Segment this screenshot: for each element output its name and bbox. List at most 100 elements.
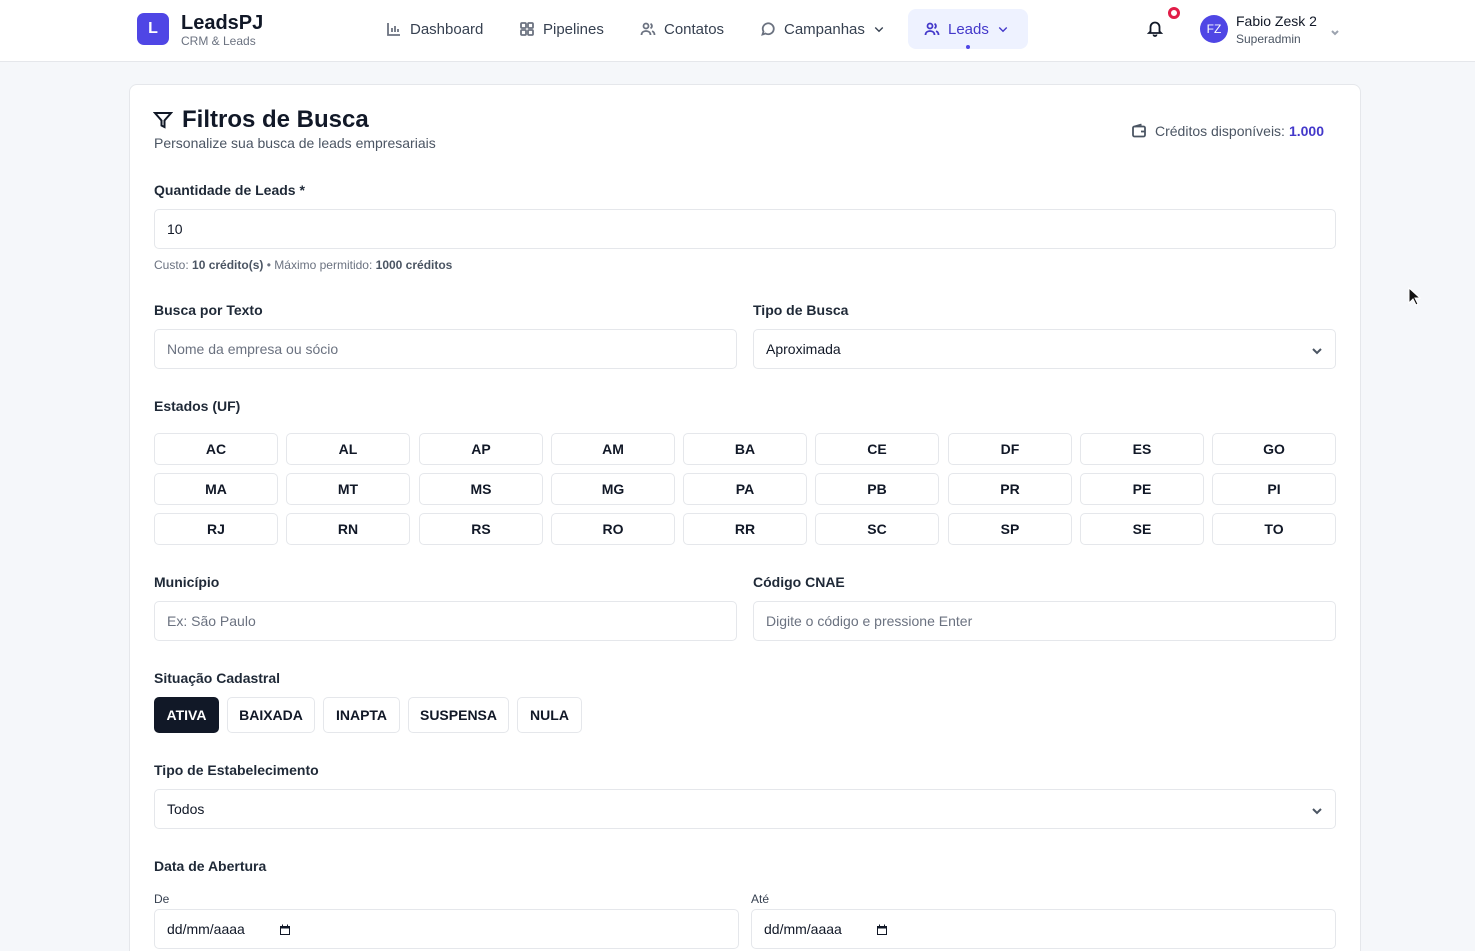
situacao-button-nula[interactable]: NULA (517, 697, 582, 733)
nav-item-label: Contatos (664, 20, 725, 38)
credits-label: Créditos disponíveis: (1155, 123, 1285, 139)
hint-max-value: 1000 créditos (375, 258, 453, 272)
nav-item-label: Leads (948, 20, 989, 38)
abertura-to-label: Até (751, 892, 770, 906)
situacao-button-inapta[interactable]: INAPTA (323, 697, 400, 733)
state-button-es[interactable]: ES (1080, 433, 1204, 465)
credits-value: 1.000 (1288, 123, 1324, 139)
situacao-button-suspensa[interactable]: SUSPENSA (408, 697, 509, 733)
avatar[interactable]: FZ (1200, 15, 1228, 43)
page-title: Filtros de Busca (182, 106, 369, 133)
date-placeholder: dd/mm/aaaa (167, 921, 245, 937)
page-subtitle: Personalize sua busca de leads empresari… (154, 135, 436, 151)
situacao-button-baixada[interactable]: BAIXADA (227, 697, 315, 733)
abertura-from-label: De (154, 892, 170, 906)
date-placeholder: dd/mm/aaaa (764, 921, 842, 937)
search-type-label: Tipo de Busca (753, 302, 849, 318)
notifications-button[interactable] (1146, 19, 1166, 39)
chevron-down-icon (874, 27, 884, 33)
brand-name: LeadsPJ (181, 12, 264, 34)
abertura-label: Data de Abertura (154, 858, 267, 874)
estabelecimento-label: Tipo de Estabelecimento (154, 762, 319, 778)
hint-max-prefix: • Máximo permitido: (266, 258, 373, 272)
state-button-ap[interactable]: AP (419, 433, 543, 465)
hint-cost-value: 10 crédito(s) (192, 258, 264, 272)
state-button-rn[interactable]: RN (286, 513, 410, 545)
state-button-to[interactable]: TO (1212, 513, 1336, 545)
calendar-icon[interactable] (875, 923, 889, 937)
municipio-input[interactable]: Ex: São Paulo (154, 601, 737, 641)
state-button-am[interactable]: AM (551, 433, 675, 465)
state-button-ms[interactable]: MS (419, 473, 543, 505)
nav-item-label: Dashboard (410, 20, 484, 38)
state-button-sc[interactable]: SC (815, 513, 939, 545)
bell-icon (1146, 21, 1164, 37)
nav-item-campanhas[interactable]: Campanhas (744, 10, 901, 48)
situacao-button-ativa[interactable]: ATIVA (154, 697, 219, 733)
abertura-from-date-input[interactable]: dd/mm/aaaa (154, 909, 739, 949)
brand-subtitle: CRM & Leads (181, 34, 256, 48)
state-button-ma[interactable]: MA (154, 473, 278, 505)
state-button-mg[interactable]: MG (551, 473, 675, 505)
nav-item-label: Pipelines (543, 20, 604, 38)
state-button-rs[interactable]: RS (419, 513, 543, 545)
nav-item-dashboard[interactable]: Dashboard (370, 10, 499, 48)
situacao-label: Situação Cadastral (154, 670, 281, 686)
calendar-icon[interactable] (278, 923, 292, 937)
state-button-se[interactable]: SE (1080, 513, 1204, 545)
text-search-label: Busca por Texto (154, 302, 263, 318)
brand-logo[interactable]: L (137, 13, 169, 45)
chevron-down-icon (998, 27, 1008, 33)
search-type-select[interactable]: Aproximada (753, 329, 1336, 369)
state-button-al[interactable]: AL (286, 433, 410, 465)
filter-icon (152, 110, 174, 130)
nav-item-leads[interactable]: Leads (908, 9, 1028, 49)
bar-chart-icon (387, 23, 400, 36)
state-button-pa[interactable]: PA (683, 473, 807, 505)
active-indicator-dot (966, 45, 970, 49)
abertura-to-date-input[interactable]: dd/mm/aaaa (751, 909, 1336, 949)
chevron-down-icon (1311, 804, 1323, 816)
search-type-value: Aproximada (766, 341, 841, 357)
municipio-label: Município (154, 574, 220, 590)
estabelecimento-value: Todos (167, 801, 205, 817)
notification-badge (1168, 7, 1180, 19)
credits-indicator: Créditos disponíveis: 1.000 (1131, 123, 1324, 139)
nav-item-contatos[interactable]: Contatos (624, 10, 740, 48)
state-button-rr[interactable]: RR (683, 513, 807, 545)
state-button-go[interactable]: GO (1212, 433, 1336, 465)
quantity-input[interactable]: 10 (154, 209, 1336, 249)
state-button-ro[interactable]: RO (551, 513, 675, 545)
chevron-down-icon (1331, 30, 1339, 36)
users-icon (640, 22, 656, 36)
state-button-pi[interactable]: PI (1212, 473, 1336, 505)
state-button-ce[interactable]: CE (815, 433, 939, 465)
users-icon (924, 22, 940, 36)
text-search-input[interactable]: Nome da empresa ou sócio (154, 329, 737, 369)
state-button-mt[interactable]: MT (286, 473, 410, 505)
state-button-pe[interactable]: PE (1080, 473, 1204, 505)
mouse-cursor-icon (1408, 286, 1422, 307)
nav-item-pipelines[interactable]: Pipelines (503, 10, 620, 48)
user-role: Superadmin (1236, 32, 1301, 46)
states-label: Estados (UF) (154, 398, 241, 414)
state-button-sp[interactable]: SP (948, 513, 1072, 545)
state-button-pb[interactable]: PB (815, 473, 939, 505)
state-button-ac[interactable]: AC (154, 433, 278, 465)
chevron-down-icon (1311, 344, 1323, 356)
state-button-rj[interactable]: RJ (154, 513, 278, 545)
estabelecimento-select[interactable]: Todos (154, 789, 1336, 829)
user-menu-toggle[interactable] (1330, 24, 1340, 36)
top-navigation-bar: L LeadsPJ CRM & Leads Dashboard Pipeline… (0, 0, 1475, 62)
state-button-pr[interactable]: PR (948, 473, 1072, 505)
hint-cost-prefix: Custo: (154, 258, 189, 272)
quantity-hint: Custo: 10 crédito(s) • Máximo permitido:… (154, 258, 452, 272)
message-circle-icon (761, 22, 775, 36)
quantity-label: Quantidade de Leads * (154, 182, 305, 198)
state-button-ba[interactable]: BA (683, 433, 807, 465)
user-name[interactable]: Fabio Zesk 2 (1236, 13, 1317, 29)
cnae-label: Código CNAE (753, 574, 845, 590)
cnae-input[interactable]: Digite o código e pressione Enter (753, 601, 1336, 641)
state-button-df[interactable]: DF (948, 433, 1072, 465)
grid-icon (520, 22, 534, 36)
